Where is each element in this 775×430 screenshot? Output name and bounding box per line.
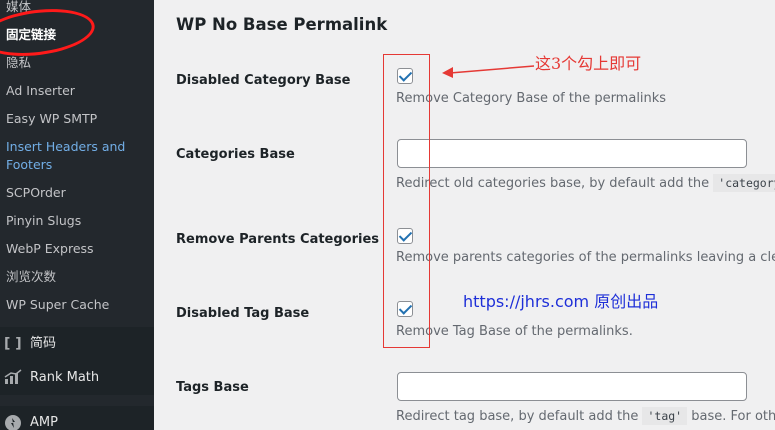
brackets-icon: [ ] [4, 336, 22, 352]
watermark: https://jhrs.com 原创出品 [463, 288, 658, 312]
menu-amp-label: AMP [30, 415, 58, 430]
label-categories-base: Categories Base [176, 147, 295, 162]
desc-remove-parents-categories: Remove parents categories of the permali… [396, 250, 775, 265]
sidebar-item-privacy[interactable]: 隐私 [6, 54, 31, 72]
arrow-icon [442, 65, 535, 78]
sidebar-item-wp-super-cache[interactable]: WP Super Cache [6, 296, 109, 314]
watermark-text: 原创出品 [594, 292, 659, 311]
sidebar-item-pinyin-slugs[interactable]: Pinyin Slugs [6, 212, 81, 230]
label-disabled-category-base: Disabled Category Base [176, 73, 351, 88]
sidebar-item-easy-wp-smtp[interactable]: Easy WP SMTP [6, 110, 97, 128]
tags-base-input[interactable] [397, 372, 747, 401]
desc-tags-base-code: 'tag' [642, 407, 688, 425]
label-tags-base: Tags Base [176, 380, 249, 395]
sidebar-item-insert-headers[interactable]: Insert Headers and [6, 138, 125, 156]
menu-amp[interactable]: AMP [0, 406, 154, 430]
annotation-note: 这3个勾上即可 [535, 54, 642, 73]
chart-icon [4, 369, 22, 387]
highlight-box [383, 54, 430, 348]
desc-categories-base-code: 'category' [713, 174, 775, 192]
menu-shortcodes-label: 简码 [30, 336, 57, 351]
menu-shortcodes[interactable]: [ ] 简码 [0, 327, 154, 361]
desc-categories-base: Redirect old categories base, by default… [396, 174, 775, 192]
sidebar-item-scporder[interactable]: SCPOrder [6, 184, 66, 202]
watermark-url: https://jhrs.com [463, 292, 590, 311]
desc-disabled-tag-base: Remove Tag Base of the permalinks. [396, 324, 633, 339]
admin-sidebar: 媒体 固定链接 隐私 Ad Inserter Easy WP SMTP Inse… [0, 0, 154, 430]
sidebar-item-views[interactable]: 浏览次数 [6, 268, 56, 286]
menu-rank-math[interactable]: Rank Math [0, 361, 154, 395]
desc-categories-base-text: Redirect old categories base, by default… [396, 176, 710, 191]
desc-tags-base-suffix: base. For other [691, 409, 775, 424]
sidebar-item-webp-express[interactable]: WebP Express [6, 240, 94, 258]
amp-icon [4, 414, 22, 430]
desc-tags-base: Redirect tag base, by default add the 't… [396, 407, 775, 425]
categories-base-input[interactable] [397, 139, 747, 168]
label-disabled-tag-base: Disabled Tag Base [176, 306, 310, 321]
menu-rank-math-label: Rank Math [30, 370, 100, 385]
sidebar-item-insert-headers-line2[interactable]: Footers [6, 156, 52, 174]
label-remove-parents-categories: Remove Parents Categories [176, 232, 380, 247]
desc-tags-base-text: Redirect tag base, by default add the [396, 409, 639, 424]
desc-disabled-category-base: Remove Category Base of the permalinks [396, 91, 667, 106]
sidebar-item-ad-inserter[interactable]: Ad Inserter [6, 82, 75, 100]
section-title: WP No Base Permalink [176, 15, 388, 34]
